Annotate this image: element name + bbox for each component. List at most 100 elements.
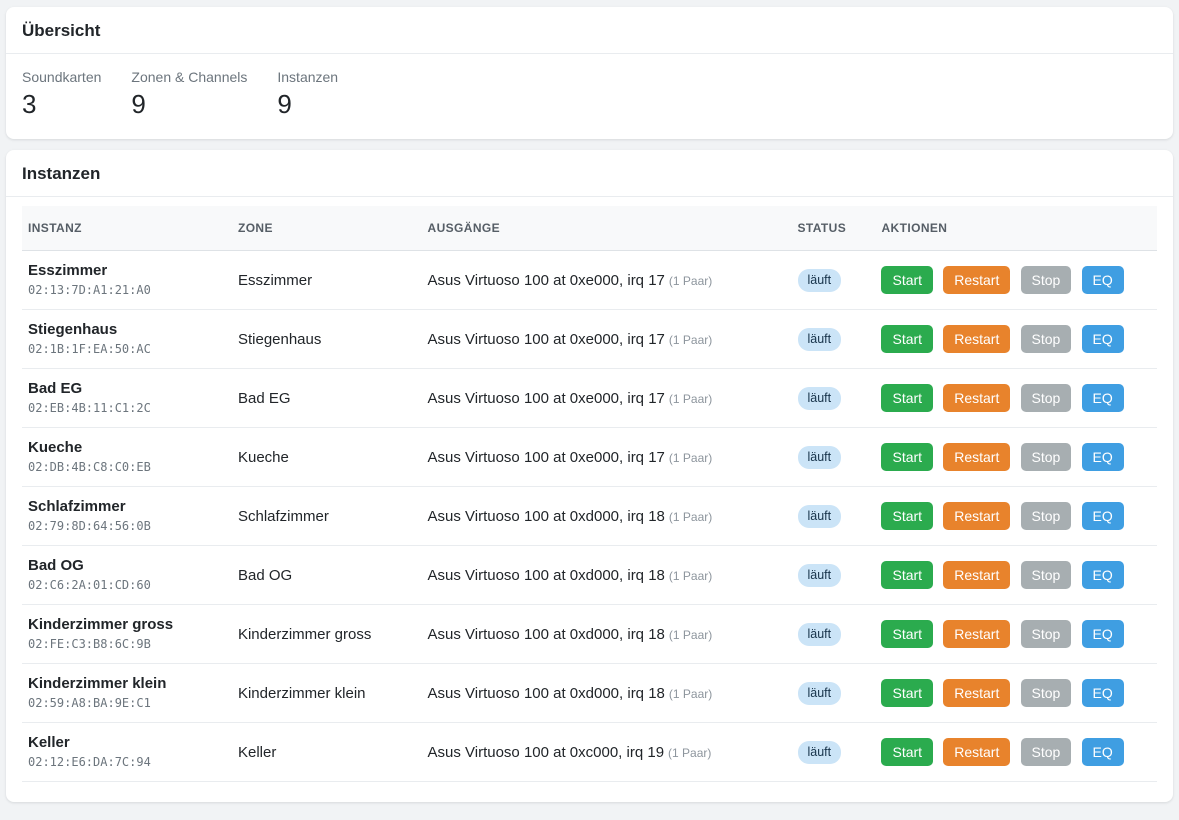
start-button[interactable]: Start: [881, 620, 934, 648]
instance-output: Asus Virtuoso 100 at 0xe000, irq 17: [427, 271, 665, 289]
eq-button[interactable]: EQ: [1081, 325, 1124, 353]
overview-stats: Soundkarten 3 Zonen & Channels 9 Instanz…: [6, 54, 1173, 139]
instance-pair-count: (1 Paar): [668, 332, 713, 347]
restart-button[interactable]: Restart: [943, 561, 1011, 589]
stop-button[interactable]: Stop: [1020, 502, 1072, 530]
start-button[interactable]: Start: [881, 443, 934, 471]
stat-label: Instanzen: [277, 69, 339, 85]
instance-zone: Stiegenhaus: [231, 309, 422, 369]
instance-zone: Schlafzimmer: [231, 486, 422, 546]
table-row: Stiegenhaus 02:1B:1F:EA:50:AC Stiegenhau…: [22, 309, 1157, 369]
instance-mac: 02:DB:4B:C8:C0:EB: [28, 460, 151, 474]
table-row: Kueche 02:DB:4B:C8:C0:EB Kueche Asus Vir…: [22, 427, 1157, 487]
instance-zone: Kueche: [231, 427, 422, 487]
table-header-row: INSTANZ ZONE AUSGÄNGE STATUS AKTIONEN: [22, 206, 1157, 251]
stop-button[interactable]: Stop: [1020, 266, 1072, 294]
restart-button[interactable]: Restart: [943, 384, 1011, 412]
start-button[interactable]: Start: [881, 502, 934, 530]
eq-button[interactable]: EQ: [1081, 266, 1124, 294]
stat-zonen-channels: Zonen & Channels 9: [131, 68, 247, 119]
stat-instanzen: Instanzen 9: [277, 68, 338, 119]
stop-button[interactable]: Stop: [1020, 679, 1072, 707]
stat-label: Soundkarten: [22, 69, 102, 85]
instance-pair-count: (1 Paar): [668, 627, 713, 642]
instances-table-body: Esszimmer 02:13:7D:A1:21:A0 Esszimmer As…: [22, 250, 1157, 782]
stop-button[interactable]: Stop: [1020, 325, 1072, 353]
instance-output: Asus Virtuoso 100 at 0xd000, irq 18: [427, 625, 665, 643]
restart-button[interactable]: Restart: [943, 620, 1011, 648]
start-button[interactable]: Start: [881, 325, 934, 353]
instance-name: Keller: [28, 734, 70, 751]
table-row: Bad EG 02:EB:4B:11:C1:2C Bad EG Asus Vir…: [22, 368, 1157, 428]
restart-button[interactable]: Restart: [943, 738, 1011, 766]
instance-name: Esszimmer: [28, 262, 108, 279]
instance-zone: Kinderzimmer gross: [231, 604, 422, 664]
instance-output: Asus Virtuoso 100 at 0xd000, irq 18: [427, 507, 665, 525]
instance-mac: 02:12:E6:DA:7C:94: [28, 755, 151, 769]
instance-zone: Keller: [231, 722, 422, 782]
instance-name: Schlafzimmer: [28, 498, 126, 515]
overview-title: Übersicht: [6, 7, 1173, 54]
restart-button[interactable]: Restart: [943, 443, 1011, 471]
status-badge: läuft: [797, 268, 842, 292]
column-header-ausgaenge: AUSGÄNGE: [421, 206, 792, 251]
stop-button[interactable]: Stop: [1020, 620, 1072, 648]
column-header-zone: ZONE: [231, 206, 422, 251]
table-row: Keller 02:12:E6:DA:7C:94 Keller Asus Vir…: [22, 722, 1157, 782]
overview-card: Übersicht Soundkarten 3 Zonen & Channels…: [6, 7, 1173, 139]
instances-table-wrap: INSTANZ ZONE AUSGÄNGE STATUS AKTIONEN Es…: [6, 197, 1173, 802]
instance-output: Asus Virtuoso 100 at 0xc000, irq 19: [427, 743, 665, 761]
stop-button[interactable]: Stop: [1020, 443, 1072, 471]
instance-output: Asus Virtuoso 100 at 0xe000, irq 17: [427, 389, 665, 407]
column-header-status: STATUS: [791, 206, 876, 251]
instances-table: INSTANZ ZONE AUSGÄNGE STATUS AKTIONEN Es…: [22, 206, 1157, 782]
status-badge: läuft: [797, 681, 842, 705]
instance-output: Asus Virtuoso 100 at 0xd000, irq 18: [427, 684, 665, 702]
eq-button[interactable]: EQ: [1081, 679, 1124, 707]
status-badge: läuft: [797, 740, 842, 764]
table-row: Schlafzimmer 02:79:8D:64:56:0B Schlafzim…: [22, 486, 1157, 546]
instance-mac: 02:FE:C3:B8:6C:9B: [28, 637, 151, 651]
instance-output: Asus Virtuoso 100 at 0xd000, irq 18: [427, 566, 665, 584]
instance-mac: 02:EB:4B:11:C1:2C: [28, 401, 151, 415]
start-button[interactable]: Start: [881, 738, 934, 766]
instance-mac: 02:79:8D:64:56:0B: [28, 519, 151, 533]
start-button[interactable]: Start: [881, 266, 934, 294]
eq-button[interactable]: EQ: [1081, 443, 1124, 471]
start-button[interactable]: Start: [881, 679, 934, 707]
status-badge: läuft: [797, 386, 842, 410]
instance-zone: Bad EG: [231, 368, 422, 428]
column-header-instanz: INSTANZ: [22, 206, 232, 251]
table-row: Esszimmer 02:13:7D:A1:21:A0 Esszimmer As…: [22, 250, 1157, 310]
instance-pair-count: (1 Paar): [668, 568, 713, 583]
instance-pair-count: (1 Paar): [668, 391, 713, 406]
column-header-aktionen: AKTIONEN: [875, 206, 1157, 251]
stop-button[interactable]: Stop: [1020, 384, 1072, 412]
restart-button[interactable]: Restart: [943, 266, 1011, 294]
stat-value: 3: [22, 89, 37, 119]
stop-button[interactable]: Stop: [1020, 561, 1072, 589]
status-badge: läuft: [797, 504, 842, 528]
restart-button[interactable]: Restart: [943, 502, 1011, 530]
eq-button[interactable]: EQ: [1081, 384, 1124, 412]
eq-button[interactable]: EQ: [1081, 738, 1124, 766]
eq-button[interactable]: EQ: [1081, 561, 1124, 589]
instance-pair-count: (1 Paar): [668, 450, 713, 465]
instance-name: Kinderzimmer gross: [28, 616, 174, 633]
eq-button[interactable]: EQ: [1081, 502, 1124, 530]
restart-button[interactable]: Restart: [943, 325, 1011, 353]
stop-button[interactable]: Stop: [1020, 738, 1072, 766]
start-button[interactable]: Start: [881, 384, 934, 412]
start-button[interactable]: Start: [881, 561, 934, 589]
instance-zone: Kinderzimmer klein: [231, 663, 422, 723]
instance-name: Bad EG: [28, 380, 83, 397]
instance-output: Asus Virtuoso 100 at 0xe000, irq 17: [427, 448, 665, 466]
instance-pair-count: (1 Paar): [668, 745, 712, 760]
table-row: Kinderzimmer gross 02:FE:C3:B8:6C:9B Kin…: [22, 604, 1157, 664]
eq-button[interactable]: EQ: [1081, 620, 1124, 648]
stat-value: 9: [131, 89, 146, 119]
restart-button[interactable]: Restart: [943, 679, 1011, 707]
stat-label: Zonen & Channels: [131, 69, 248, 85]
status-badge: läuft: [797, 563, 842, 587]
stat-value: 9: [277, 89, 292, 119]
